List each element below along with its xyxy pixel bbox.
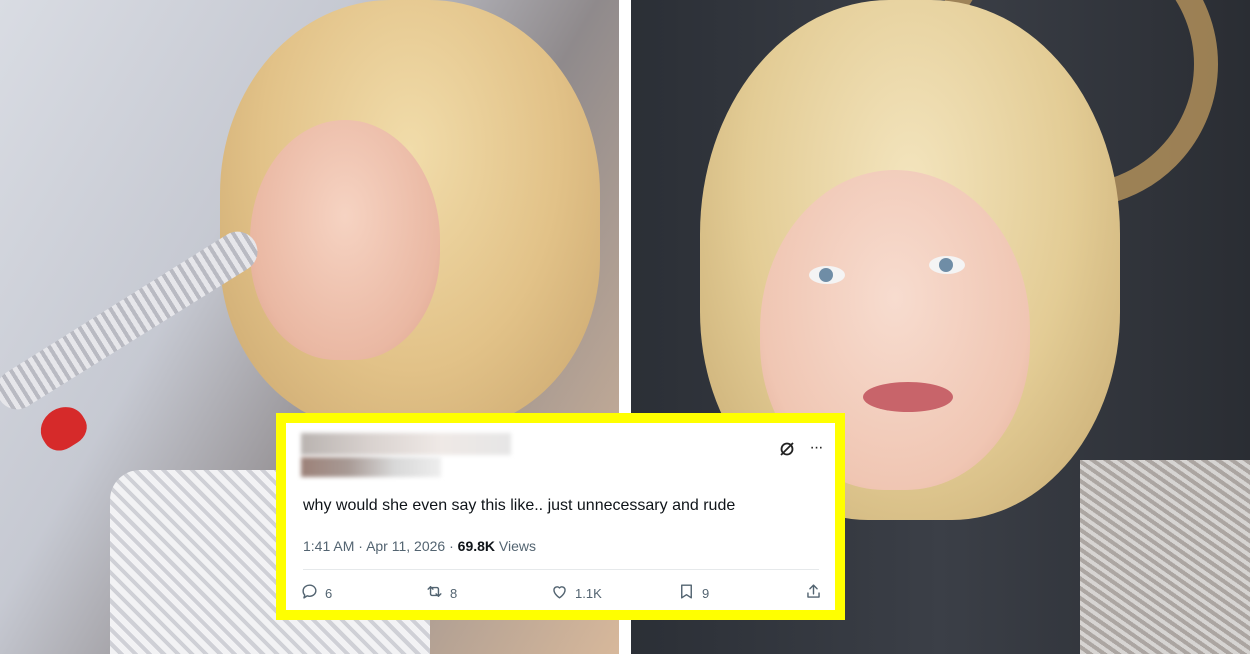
bookmark-button[interactable]: 9 (677, 581, 709, 605)
like-count: 1.1K (575, 585, 602, 601)
tweet-date[interactable]: Apr 11, 2026 (366, 538, 445, 554)
blurred-username (301, 457, 441, 477)
like-button[interactable]: 1.1K (550, 581, 602, 605)
microphone (0, 224, 266, 417)
blurred-display-name (301, 433, 511, 455)
bookmark-count: 9 (702, 585, 710, 601)
share-button[interactable] (804, 581, 823, 605)
views-label: Views (498, 538, 536, 554)
reply-count: 6 (325, 585, 333, 601)
right-photo-lips (863, 382, 953, 412)
bookmark-icon (677, 582, 696, 604)
tweet-text: why would she even say this like.. just … (303, 497, 736, 514)
right-photo-gown (1080, 460, 1250, 654)
microphone-heart (32, 398, 94, 458)
repost-icon (425, 582, 444, 604)
repost-button[interactable]: 8 (425, 581, 457, 605)
tweet-divider (303, 569, 819, 570)
like-icon (550, 582, 569, 604)
tweet-card: ··· why would she even say this like.. j… (286, 423, 835, 610)
reply-icon (300, 582, 319, 604)
grok-icon[interactable] (779, 441, 795, 457)
tweet-time[interactable]: 1:41 AM (303, 538, 354, 554)
share-icon (804, 582, 823, 604)
tweet-meta: 1:41 AM · Apr 11, 2026 · 69.8K Views (303, 538, 536, 554)
views-count: 69.8K (457, 538, 496, 554)
more-icon[interactable]: ··· (807, 440, 825, 457)
left-photo-face (250, 120, 440, 360)
right-photo-eye-left (809, 266, 845, 284)
right-photo-eye-right (929, 256, 965, 274)
tweet-highlight-frame: ··· why would she even say this like.. j… (276, 413, 845, 620)
meta-separator: · (358, 538, 363, 554)
tweet-actions: 6 8 1.1K 9 (286, 581, 835, 605)
meta-separator: · (449, 538, 454, 554)
reply-button[interactable]: 6 (300, 581, 332, 605)
repost-count: 8 (450, 585, 458, 601)
